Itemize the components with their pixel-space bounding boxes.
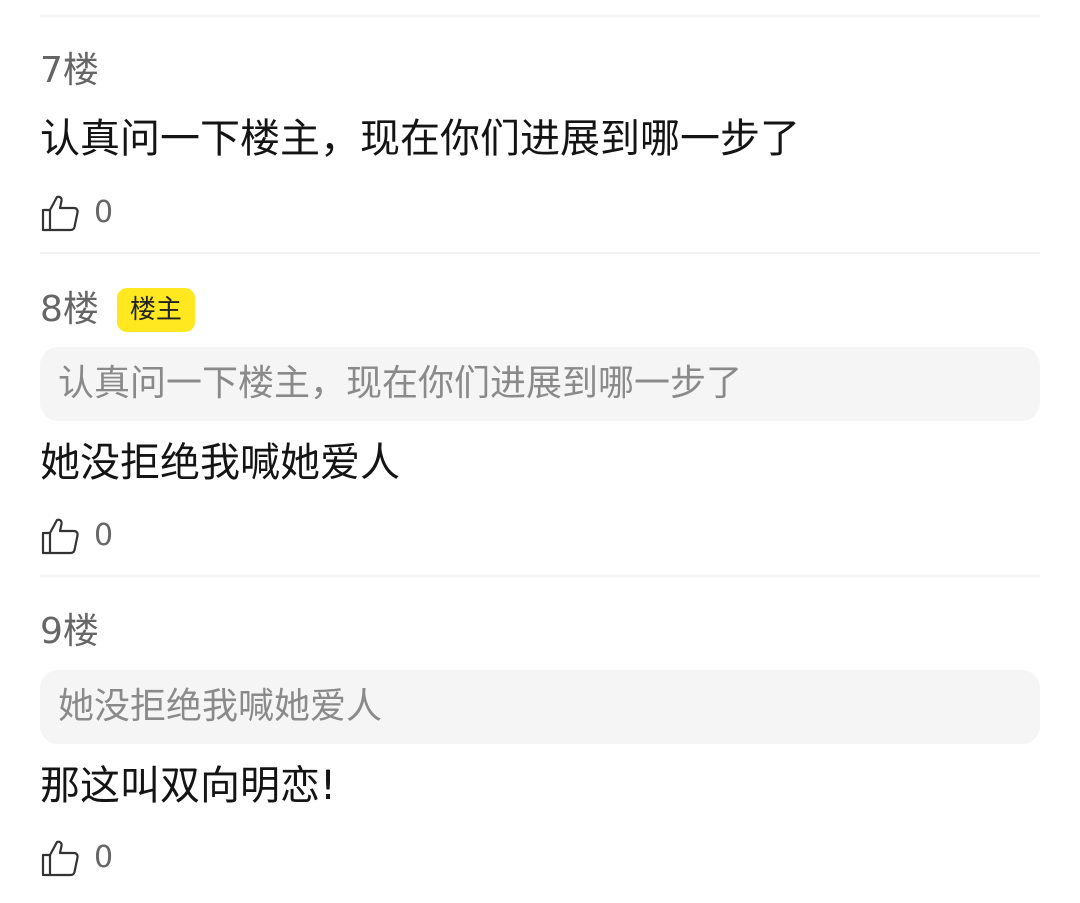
like-count: 0 — [94, 195, 114, 230]
floor-number: 8楼 — [40, 289, 99, 330]
comment-content: 那这叫双向明恋! — [40, 763, 337, 809]
like-button[interactable]: 0 — [40, 836, 113, 880]
like-count: 0 — [94, 840, 114, 875]
floor-header: 7楼 — [40, 46, 99, 96]
like-button[interactable]: 0 — [40, 514, 113, 558]
divider — [40, 15, 1040, 17]
divider — [40, 575, 1040, 577]
floor-number: 9楼 — [40, 611, 99, 652]
comment-content: 认真问一下楼主，现在你们进展到哪一步了 — [40, 116, 800, 162]
quoted-reply[interactable]: 她没拒绝我喊她爱人 — [40, 670, 1040, 744]
floor-header: 8楼 楼主 — [40, 285, 195, 335]
floor-header: 9楼 — [40, 607, 99, 657]
op-badge: 楼主 — [116, 288, 195, 332]
like-button[interactable]: 0 — [40, 191, 113, 235]
thumbs-up-icon — [41, 195, 79, 232]
thumbs-up-icon — [41, 840, 79, 877]
floor-number: 7楼 — [40, 50, 99, 91]
divider — [40, 252, 1040, 254]
like-count: 0 — [94, 518, 114, 553]
comment-content: 她没拒绝我喊她爱人 — [40, 440, 400, 486]
thumbs-up-icon — [41, 518, 79, 555]
quoted-reply[interactable]: 认真问一下楼主，现在你们进展到哪一步了 — [40, 347, 1040, 421]
